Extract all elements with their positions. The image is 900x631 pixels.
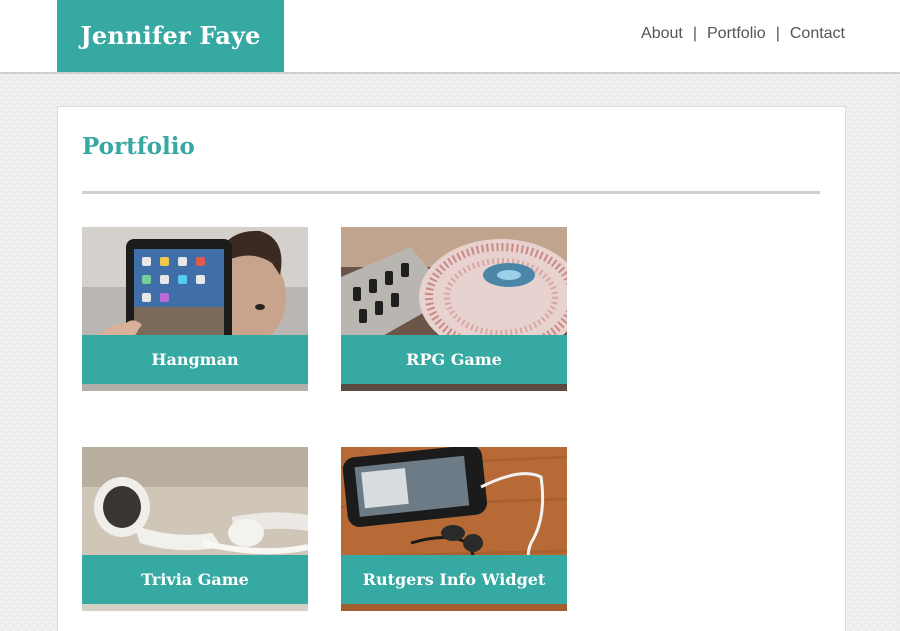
project-card-rutgers-info-widget[interactable]: Rutgers Info Widget (341, 447, 567, 611)
nav-contact-link[interactable]: Contact (790, 25, 845, 42)
site-header: Jennifer Faye About | Portfolio | Contact (0, 0, 900, 74)
project-card-trivia-game[interactable]: Trivia Game (82, 447, 308, 611)
main-nav: About | Portfolio | Contact (641, 25, 845, 43)
project-title[interactable]: RPG Game (341, 335, 567, 384)
project-title[interactable]: Hangman (82, 335, 308, 384)
project-card-hangman[interactable]: Hangman (82, 227, 308, 391)
nav-separator: | (775, 25, 780, 42)
project-card-rpg-game[interactable]: RPG Game (341, 227, 567, 391)
project-title[interactable]: Rutgers Info Widget (341, 555, 567, 604)
nav-about-link[interactable]: About (641, 25, 683, 42)
portfolio-panel: Portfolio Hangman RPG Game Trivia Game R… (57, 106, 846, 631)
nav-separator: | (692, 25, 697, 42)
site-logo[interactable]: Jennifer Faye (57, 0, 284, 72)
nav-portfolio-link[interactable]: Portfolio (707, 25, 766, 42)
title-divider (82, 191, 820, 194)
page-title: Portfolio (82, 133, 195, 160)
project-title[interactable]: Trivia Game (82, 555, 308, 604)
